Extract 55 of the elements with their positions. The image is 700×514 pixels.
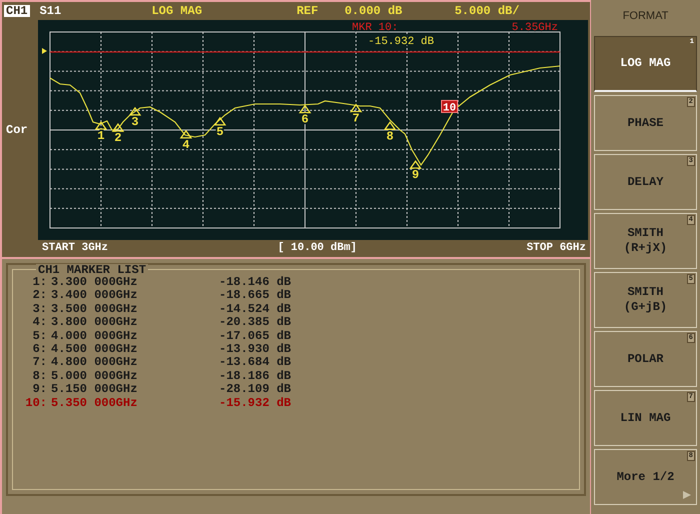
marker-number: 3 bbox=[131, 114, 139, 129]
marker-value: -13.930 dB bbox=[219, 343, 292, 356]
marker-frequency: 5.000 000GHz bbox=[51, 370, 138, 384]
marker-frequency: 4.500 000GHz bbox=[51, 343, 138, 356]
marker-number: 1 bbox=[97, 129, 105, 144]
reference-pointer-icon bbox=[42, 48, 47, 54]
marker-readout-label: MKR 10: bbox=[352, 22, 398, 34]
ref-label: REF bbox=[296, 5, 320, 17]
marker-value: -18.186 dB bbox=[219, 370, 292, 383]
format-label: LOG MAG bbox=[152, 5, 204, 17]
marker-number: 7 bbox=[352, 112, 360, 126]
menu-title: FORMAT bbox=[622, 9, 670, 24]
ref-value: 0.000 dB bbox=[344, 5, 404, 17]
marker-index: 1: bbox=[32, 276, 48, 290]
parameter-label: S11 bbox=[40, 5, 62, 17]
marker-frequency: 5.150 000GHz bbox=[51, 383, 138, 397]
marker-readout-value: -15.932 dB bbox=[368, 36, 434, 48]
marker-value: -17.065 dB bbox=[219, 330, 292, 343]
marker-value: -18.665 dB bbox=[219, 289, 292, 303]
marker-index: 9: bbox=[32, 383, 48, 397]
channel-label: CH1 bbox=[4, 5, 30, 17]
marker-index: 7: bbox=[32, 356, 48, 370]
marker-frequency: 3.800 000GHz bbox=[51, 316, 138, 330]
marker-value: -28.109 dB bbox=[219, 383, 292, 397]
marker-value: -18.146 dB bbox=[219, 276, 292, 289]
marker-value: -20.385 dB bbox=[219, 316, 292, 330]
marker-number: 9 bbox=[412, 168, 420, 182]
marker-value: -14.524 dB bbox=[219, 302, 292, 316]
marker-number: 2 bbox=[114, 131, 122, 146]
marker-readout-frequency: 5.35GHz bbox=[512, 22, 558, 34]
start-frequency: START 3GHz bbox=[42, 241, 108, 256]
marker-frequency: 3.500 000GHz bbox=[51, 302, 138, 316]
marker-number: 4 bbox=[182, 138, 190, 152]
play-triangle-icon bbox=[683, 491, 691, 499]
marker-index: 10: bbox=[24, 396, 48, 410]
marker-list-title: CH1 MARKER LIST bbox=[36, 264, 148, 276]
source-power: [ 10.00 dBm] bbox=[278, 241, 357, 256]
marker-frequency: 4.800 000GHz bbox=[51, 356, 138, 370]
marker-index: 8: bbox=[32, 370, 48, 384]
marker-index: 3: bbox=[32, 302, 48, 316]
marker-index: 2: bbox=[32, 289, 48, 303]
marker-number: 8 bbox=[386, 129, 394, 144]
calibration-label: Cor bbox=[5, 122, 28, 139]
marker-index: 5: bbox=[32, 330, 48, 344]
marker-index: 4: bbox=[32, 316, 48, 330]
marker-frequency: 4.000 000GHz bbox=[51, 330, 138, 344]
marker-frequency: 5.350 000GHz bbox=[51, 396, 138, 410]
marker-frequency: 3.300 000GHz bbox=[51, 276, 138, 290]
scale-value: 5.000 dB/ bbox=[454, 5, 520, 17]
marker-value: -13.684 dB bbox=[219, 356, 292, 370]
marker-value: -15.932 dB bbox=[219, 396, 292, 410]
stop-frequency: STOP 6GHz bbox=[526, 241, 586, 256]
marker-frequency: 3.400 000GHz bbox=[51, 289, 138, 303]
marker-index: 6: bbox=[32, 343, 48, 356]
active-marker: 10 bbox=[441, 100, 458, 114]
